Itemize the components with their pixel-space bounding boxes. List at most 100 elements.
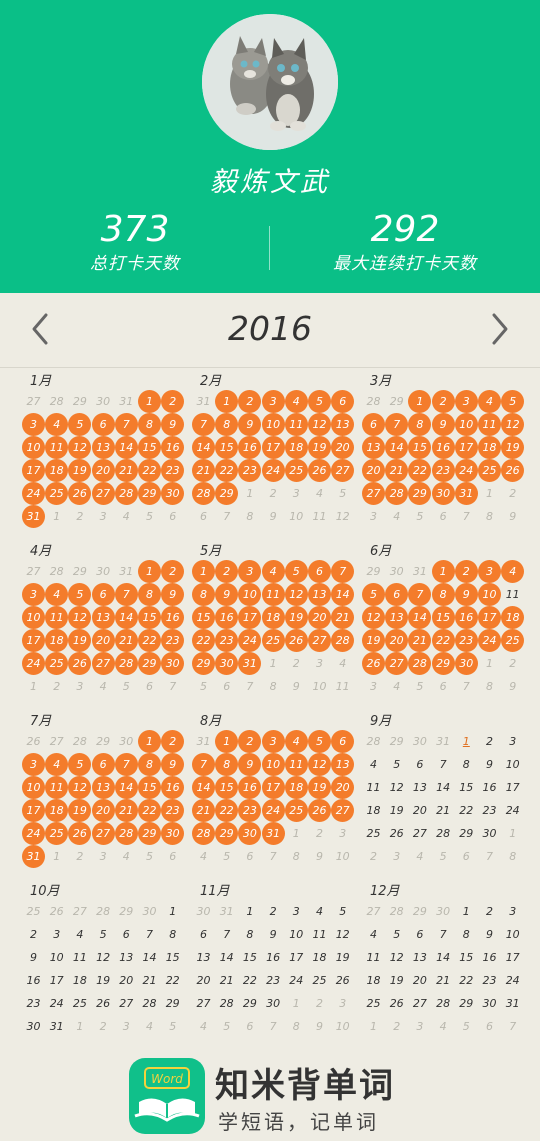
checked-day[interactable]: 12: [362, 606, 385, 629]
calendar-day[interactable]: 6: [408, 753, 431, 776]
checked-day[interactable]: 29: [138, 482, 161, 505]
checked-day[interactable]: 30: [238, 822, 262, 845]
calendar-day[interactable]: 27: [192, 992, 215, 1015]
checked-day[interactable]: 12: [501, 413, 525, 436]
checked-day[interactable]: 31: [238, 652, 262, 675]
calendar-day[interactable]: 11: [362, 946, 385, 969]
checked-day[interactable]: 19: [308, 776, 331, 799]
calendar-day[interactable]: 18: [362, 969, 385, 992]
checked-day[interactable]: 12: [68, 436, 92, 459]
checked-day[interactable]: 11: [284, 753, 308, 776]
checked-day[interactable]: 24: [22, 482, 45, 505]
calendar-day[interactable]: 11: [308, 923, 331, 946]
checked-day[interactable]: 7: [331, 560, 355, 583]
calendar-day[interactable]: 13: [408, 946, 431, 969]
checked-day[interactable]: 6: [331, 390, 355, 413]
calendar-day[interactable]: 10: [45, 946, 68, 969]
calendar-day[interactable]: 7: [215, 923, 238, 946]
checked-day[interactable]: 10: [478, 583, 501, 606]
calendar-day[interactable]: 14: [432, 946, 455, 969]
checked-day[interactable]: 6: [362, 413, 385, 436]
calendar-day[interactable]: 6: [115, 923, 138, 946]
calendar-day[interactable]: 20: [408, 969, 431, 992]
checked-day[interactable]: 6: [385, 583, 409, 606]
checked-day[interactable]: 6: [331, 730, 355, 753]
calendar-day[interactable]: 14: [138, 946, 161, 969]
calendar-day[interactable]: 5: [92, 923, 115, 946]
checked-day[interactable]: 22: [215, 459, 239, 482]
checked-day[interactable]: 22: [138, 799, 161, 822]
checked-day[interactable]: 5: [284, 560, 308, 583]
checked-day[interactable]: 1: [408, 390, 432, 413]
calendar-day[interactable]: 5: [331, 900, 354, 923]
calendar-day[interactable]: 13: [408, 776, 431, 799]
checked-day[interactable]: 2: [238, 390, 262, 413]
checked-day[interactable]: 7: [114, 753, 138, 776]
checked-day[interactable]: 30: [454, 652, 478, 675]
checked-day[interactable]: 26: [284, 629, 308, 652]
checked-day[interactable]: 3: [238, 560, 262, 583]
checked-day[interactable]: 27: [385, 652, 409, 675]
calendar-day[interactable]: 9: [22, 946, 45, 969]
calendar-day[interactable]: 11: [501, 583, 524, 606]
checked-day[interactable]: 20: [91, 459, 115, 482]
checked-day[interactable]: 18: [501, 606, 525, 629]
checked-day[interactable]: 4: [45, 413, 69, 436]
checked-day[interactable]: 13: [91, 436, 115, 459]
calendar-day[interactable]: 15: [455, 776, 478, 799]
checked-day[interactable]: 15: [215, 776, 239, 799]
calendar-day[interactable]: 11: [68, 946, 91, 969]
calendar-day[interactable]: 31: [501, 992, 524, 1015]
calendar-day[interactable]: 21: [138, 969, 161, 992]
checked-day[interactable]: 15: [138, 606, 161, 629]
calendar-day[interactable]: 30: [262, 992, 285, 1015]
calendar-day[interactable]: 1: [161, 900, 184, 923]
calendar-day[interactable]: 22: [455, 799, 478, 822]
checked-day[interactable]: 17: [22, 459, 45, 482]
calendar-day[interactable]: 29: [455, 822, 478, 845]
checked-day[interactable]: 26: [308, 459, 331, 482]
checked-day[interactable]: 5: [68, 583, 92, 606]
checked-day[interactable]: 16: [161, 606, 185, 629]
checked-day[interactable]: 25: [45, 822, 69, 845]
checked-day[interactable]: 2: [161, 390, 185, 413]
checked-day[interactable]: 1: [138, 730, 161, 753]
calendar-day[interactable]: 12: [385, 946, 408, 969]
checked-day[interactable]: 27: [91, 652, 115, 675]
today-day[interactable]: 1: [455, 730, 478, 753]
checked-day[interactable]: 25: [501, 629, 525, 652]
checked-day[interactable]: 13: [331, 753, 355, 776]
checked-day[interactable]: 21: [114, 629, 138, 652]
calendar-day[interactable]: 6: [192, 923, 215, 946]
checked-day[interactable]: 7: [192, 413, 215, 436]
calendar-day[interactable]: 16: [22, 969, 45, 992]
checked-day[interactable]: 8: [192, 583, 215, 606]
checked-day[interactable]: 6: [91, 753, 115, 776]
checked-day[interactable]: 14: [114, 776, 138, 799]
checked-day[interactable]: 14: [408, 606, 432, 629]
checked-day[interactable]: 4: [261, 560, 285, 583]
checked-day[interactable]: 1: [138, 390, 161, 413]
calendar-day[interactable]: 6: [408, 923, 431, 946]
checked-day[interactable]: 2: [161, 560, 185, 583]
checked-day[interactable]: 20: [331, 436, 355, 459]
checked-day[interactable]: 16: [238, 776, 262, 799]
checked-day[interactable]: 17: [238, 606, 262, 629]
checked-day[interactable]: 25: [284, 799, 308, 822]
checked-day[interactable]: 23: [431, 459, 455, 482]
checked-day[interactable]: 29: [138, 822, 161, 845]
calendar-day[interactable]: 22: [161, 969, 184, 992]
checked-day[interactable]: 22: [138, 459, 161, 482]
checked-day[interactable]: 11: [45, 606, 69, 629]
checked-day[interactable]: 24: [22, 822, 45, 845]
calendar-day[interactable]: 20: [192, 969, 215, 992]
checked-day[interactable]: 19: [308, 436, 331, 459]
calendar-day[interactable]: 1: [455, 900, 478, 923]
checked-day[interactable]: 29: [431, 652, 455, 675]
checked-day[interactable]: 11: [45, 436, 69, 459]
checked-day[interactable]: 10: [22, 606, 45, 629]
checked-day[interactable]: 7: [114, 583, 138, 606]
calendar-day[interactable]: 16: [478, 946, 501, 969]
calendar-day[interactable]: 30: [478, 992, 501, 1015]
checked-day[interactable]: 28: [114, 822, 138, 845]
